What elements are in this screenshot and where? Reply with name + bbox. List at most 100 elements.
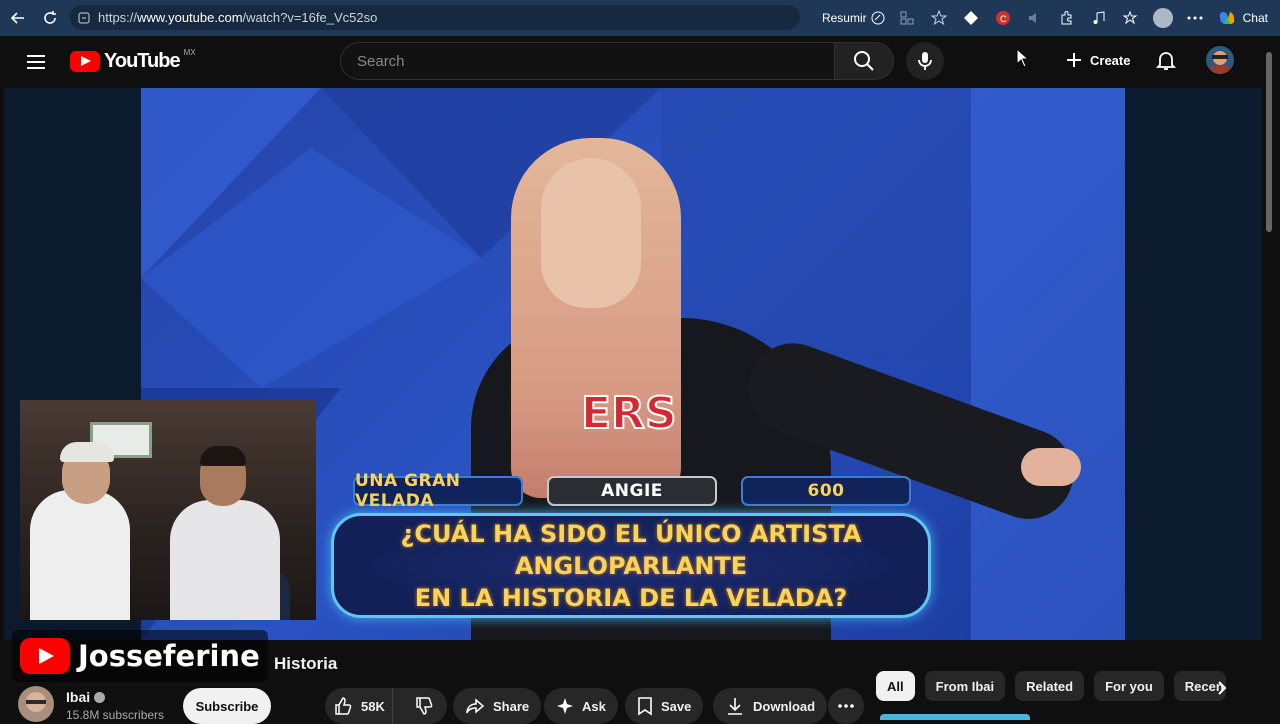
mouse-cursor-icon	[1016, 47, 1030, 73]
copilot-icon	[1219, 12, 1234, 24]
channel-name-label: Ibai	[66, 689, 91, 705]
svg-text:C: C	[1000, 14, 1007, 24]
logo-word: YouTube	[104, 50, 181, 72]
favorites-bar-button[interactable]	[1115, 0, 1147, 36]
person-left-cap	[60, 442, 114, 462]
ask-button[interactable]: Ask	[544, 688, 618, 724]
question-line-2: EN LA HISTORIA DE LA VELADA?	[414, 583, 848, 612]
reload-icon	[44, 11, 56, 24]
speaker-icon	[1028, 13, 1036, 23]
verified-icon	[94, 691, 106, 703]
back-button[interactable]	[4, 4, 32, 32]
download-label: Download	[753, 698, 816, 714]
category-tag: UNA GRAN VELADA	[353, 471, 523, 511]
voice-search-button[interactable]	[906, 42, 944, 80]
subscribe-button[interactable]: Subscribe	[183, 688, 271, 724]
jersey-text: ERS	[580, 387, 678, 440]
star-list-icon	[1122, 10, 1138, 25]
channel-name[interactable]: Ibai	[66, 689, 106, 705]
ellipsis-icon	[838, 704, 854, 708]
download-icon	[728, 698, 742, 715]
youtube-header: YouTube MX Create	[0, 36, 1280, 88]
chip-from-ibai[interactable]: From Ibai	[924, 671, 1006, 701]
related-filter-chips: All From Ibai Related For you Recen	[876, 670, 1226, 702]
points-tag: 600	[741, 476, 911, 506]
sparkle-icon	[557, 698, 573, 714]
video-title: Historia	[274, 654, 338, 673]
url-host: www.youtube.com	[137, 10, 243, 25]
thumbs-down-icon	[416, 697, 433, 715]
youtube-play-icon	[70, 51, 100, 72]
shield-icon: C	[995, 11, 1010, 25]
grid-plus-icon	[900, 11, 914, 25]
chips-next-button[interactable]	[1208, 674, 1236, 702]
audio-button[interactable]	[1019, 0, 1051, 36]
resumir-button[interactable]: Resumir	[822, 11, 885, 25]
favorite-button[interactable]	[923, 0, 955, 36]
question-line-1: ¿CUÁL HA SIDO EL ÚNICO ARTISTA ANGLOPARL…	[400, 519, 862, 580]
chip-for-you[interactable]: For you	[1094, 671, 1164, 701]
ellipsis-icon	[1187, 16, 1203, 20]
address-bar[interactable]: https://www.youtube.com/watch?v=16fe_Vc5…	[70, 5, 800, 30]
url-path: /watch?v=16fe_Vc52so	[242, 10, 378, 25]
extension-1[interactable]	[955, 0, 987, 36]
save-button[interactable]: Save	[625, 688, 704, 724]
chip-all[interactable]: All	[876, 671, 915, 701]
chevron-right-icon	[1218, 681, 1227, 695]
person-right-hair	[200, 446, 246, 466]
related-video-thumbnail[interactable]	[880, 714, 1030, 720]
search-icon	[854, 51, 874, 71]
apps-button[interactable]	[891, 0, 923, 36]
presenter-face	[541, 158, 641, 308]
account-avatar[interactable]	[1206, 46, 1234, 74]
site-info-icon	[78, 12, 90, 23]
contestant-tag: ANGIE	[547, 476, 717, 506]
resumir-label: Resumir	[821, 11, 867, 25]
extensions-button[interactable]	[1051, 0, 1083, 36]
profile-avatar	[1152, 8, 1173, 28]
search-input[interactable]	[340, 42, 834, 80]
create-label: Create	[1090, 52, 1131, 68]
chip-related[interactable]: Related	[1015, 671, 1085, 701]
dislike-button[interactable]	[401, 688, 447, 724]
more-button[interactable]	[1179, 0, 1211, 36]
streamer-badge: Josseferine	[12, 630, 268, 682]
hamburger-icon	[27, 55, 45, 69]
chat-label: Chat	[1242, 11, 1268, 25]
download-button[interactable]: Download	[713, 688, 828, 724]
like-count: 58K	[361, 698, 385, 714]
plus-icon	[1067, 53, 1081, 67]
presenter-hand	[1021, 448, 1081, 486]
create-button[interactable]: Create	[1056, 42, 1142, 78]
more-actions-button[interactable]	[828, 688, 864, 724]
logo-country-code: MX	[183, 48, 196, 57]
channel-avatar[interactable]	[18, 686, 54, 722]
reload-button[interactable]	[36, 4, 64, 32]
person-left	[30, 490, 130, 620]
notifications-button[interactable]	[1154, 48, 1178, 77]
youtube-logo[interactable]: YouTube MX	[70, 48, 196, 73]
channel-avatar-image-icon	[26, 692, 46, 712]
copilot-chat-button[interactable]: Chat	[1217, 8, 1268, 28]
save-label: Save	[661, 698, 692, 714]
star-icon	[930, 10, 947, 26]
search-button[interactable]	[834, 42, 894, 80]
like-button[interactable]: 58K	[325, 688, 393, 724]
browser-toolbar: https://www.youtube.com/watch?v=16fe_Vc5…	[0, 0, 1280, 36]
streamer-webcam	[20, 400, 316, 620]
like-dislike-group: 58K	[325, 688, 447, 724]
person-right	[170, 500, 280, 620]
avatar-image-icon	[1211, 51, 1229, 74]
puzzle-icon	[1061, 11, 1072, 25]
video-player[interactable]: ERS UNA GRAN VELADA ANGIE 600 ¿CUÁL HA S…	[4, 88, 1262, 640]
extension-2[interactable]: C	[987, 0, 1019, 36]
streamer-name: Josseferine	[78, 639, 260, 673]
arrow-left-icon	[10, 12, 24, 24]
profile-button[interactable]	[1147, 0, 1179, 36]
menu-button[interactable]	[24, 50, 48, 74]
share-button[interactable]: Share	[453, 688, 542, 724]
media-button[interactable]	[1083, 0, 1115, 36]
bookmark-icon	[638, 697, 652, 716]
page-scrollbar[interactable]	[1266, 52, 1272, 232]
thumbs-up-icon	[335, 697, 352, 715]
